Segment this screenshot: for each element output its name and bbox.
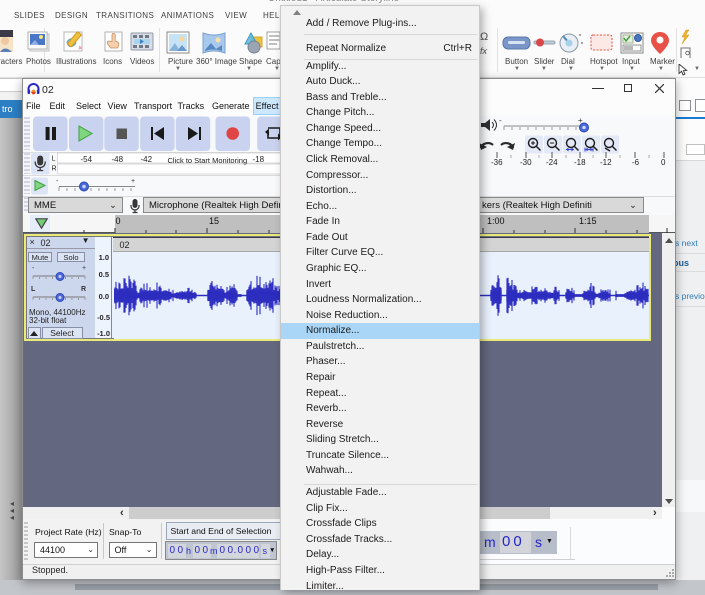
- svg-text:R: R: [81, 286, 86, 293]
- svg-text:+: +: [82, 265, 86, 272]
- svg-text:Ω: Ω: [480, 31, 488, 43]
- svg-text:-: -: [499, 116, 502, 125]
- svg-text:+: +: [131, 178, 135, 185]
- svg-text:fx: fx: [480, 46, 488, 56]
- svg-text:-: -: [32, 265, 35, 272]
- svg-text:-: -: [56, 178, 59, 185]
- svg-text:L: L: [31, 286, 36, 293]
